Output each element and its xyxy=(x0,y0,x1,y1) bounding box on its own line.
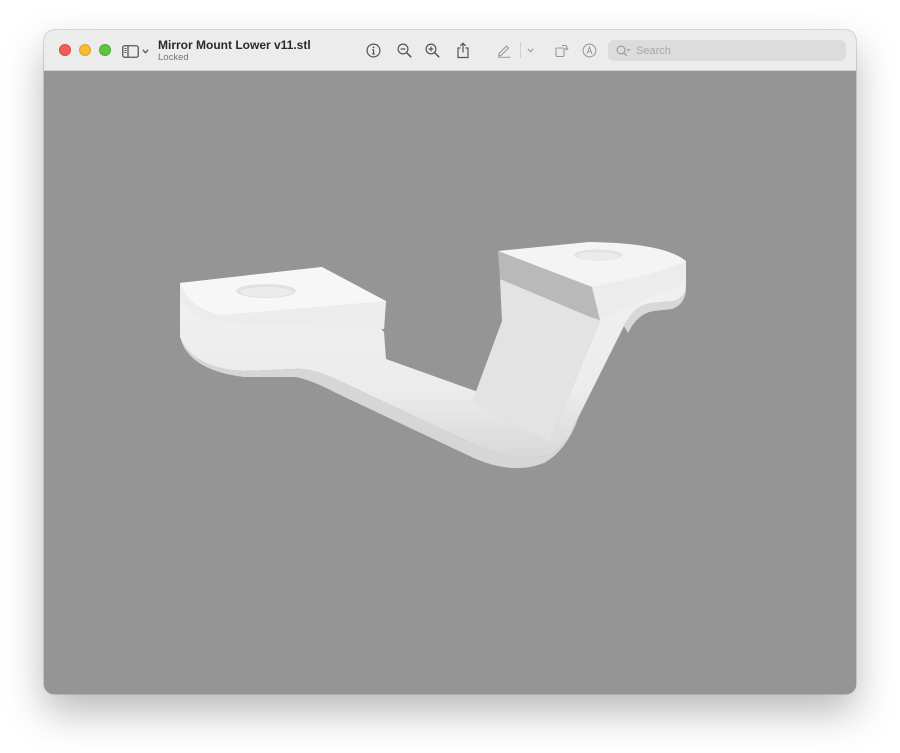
annotate-button[interactable] xyxy=(579,40,599,60)
annotate-icon xyxy=(582,43,596,57)
model-viewport[interactable] xyxy=(44,71,856,694)
zoom-in-button[interactable] xyxy=(422,40,442,60)
toolbar-separator xyxy=(520,42,521,58)
share-button[interactable] xyxy=(453,40,473,60)
preview-window: Mirror Mount Lower v11.stl Locked xyxy=(44,30,856,694)
zoom-out-button[interactable] xyxy=(394,40,414,60)
close-button[interactable] xyxy=(59,44,71,56)
sidebar-toggle-button[interactable] xyxy=(122,41,152,61)
search-field[interactable] xyxy=(608,40,846,61)
document-status: Locked xyxy=(158,52,189,63)
maximize-button[interactable] xyxy=(99,44,111,56)
markup-icon xyxy=(497,45,511,58)
share-icon xyxy=(457,41,469,58)
sidebar-icon xyxy=(122,44,139,58)
info-button[interactable] xyxy=(363,40,383,60)
title-bar[interactable]: Mirror Mount Lower v11.stl Locked xyxy=(44,30,856,71)
info-icon xyxy=(365,42,381,58)
rotate-button[interactable] xyxy=(551,40,571,60)
zoom-out-icon xyxy=(396,42,412,58)
search-input[interactable] xyxy=(636,44,826,57)
minimize-button[interactable] xyxy=(79,44,91,56)
rotate-icon xyxy=(554,44,569,57)
markup-menu-button[interactable] xyxy=(522,40,538,60)
zoom-in-icon xyxy=(424,42,440,58)
search-icon xyxy=(616,44,631,56)
chevron-down-icon xyxy=(526,47,534,53)
stl-model[interactable] xyxy=(44,71,856,694)
document-title: Mirror Mount Lower v11.stl xyxy=(158,38,311,52)
chevron-down-icon xyxy=(142,48,149,54)
markup-button[interactable] xyxy=(494,40,514,60)
